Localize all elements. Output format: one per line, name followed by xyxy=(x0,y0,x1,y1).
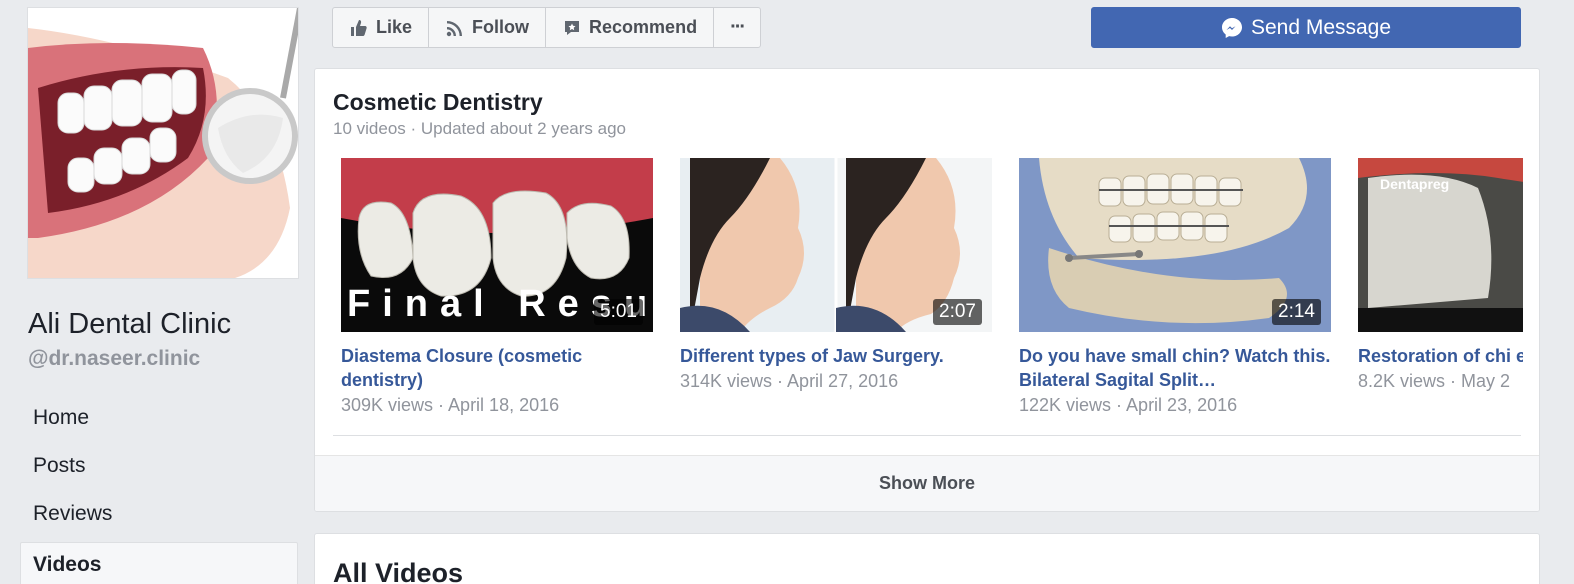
show-more-button[interactable]: Show More xyxy=(315,455,1539,511)
page-actions: Like Follow Recommend ··· xyxy=(332,7,762,48)
video-duration: 2:14 xyxy=(1272,299,1321,325)
video-title[interactable]: Do you have small chin? Watch this. Bila… xyxy=(1019,344,1331,392)
more-options-button[interactable]: ··· xyxy=(714,8,760,47)
follow-button[interactable]: Follow xyxy=(429,8,547,47)
video-meta: 314K views · April 27, 2016 xyxy=(680,371,899,391)
dental-smile-image xyxy=(28,8,298,278)
playlist-subtitle: 10 videos · Updated about 2 years ago xyxy=(333,119,626,138)
rss-icon xyxy=(446,20,463,36)
playlist-card: Cosmetic Dentistry 10 videos · Updated a… xyxy=(314,68,1540,512)
video-thumbnail[interactable]: 2:07 xyxy=(680,158,992,332)
video-title[interactable]: Different types of Jaw Surgery. xyxy=(680,344,992,368)
video-thumbnail[interactable]: 2:14 xyxy=(1019,158,1331,332)
profile-picture[interactable] xyxy=(27,7,299,279)
thumbnail-overlay-text: Dentapreg xyxy=(1380,176,1450,192)
playlist-title[interactable]: Cosmetic Dentistry xyxy=(333,89,543,116)
nav-item-videos[interactable]: Videos xyxy=(20,542,298,584)
page-handle[interactable]: @dr.naseer.clinic xyxy=(28,347,200,371)
video-thumbnail[interactable]: Final Result 5:01 xyxy=(341,158,653,332)
thumbs-up-icon xyxy=(351,19,367,36)
page-nav: Home Posts Reviews Videos xyxy=(20,398,298,584)
all-videos-title: All Videos xyxy=(333,558,464,584)
video-meta: 122K views · April 23, 2016 xyxy=(1019,395,1238,415)
video-item[interactable]: 2:07 Different types of Jaw Surgery. 314… xyxy=(680,158,992,392)
follow-label: Follow xyxy=(472,17,530,37)
video-duration: 5:01 xyxy=(594,299,643,325)
nav-item-posts[interactable]: Posts xyxy=(20,446,298,494)
all-videos-card: All Videos xyxy=(314,533,1540,584)
video-meta: 309K views · April 18, 2016 xyxy=(341,395,560,415)
like-label: Like xyxy=(376,17,413,37)
send-message-button[interactable]: Send Message xyxy=(1091,7,1521,48)
video-item[interactable]: Final Result 5:01 Diastema Closure (cosm… xyxy=(341,158,653,416)
more-dots-icon: ··· xyxy=(730,16,746,38)
nav-item-home[interactable]: Home xyxy=(20,398,298,446)
recommend-label: Recommend xyxy=(589,17,698,37)
nav-item-reviews[interactable]: Reviews xyxy=(20,494,298,542)
video-item[interactable]: 2:14 Do you have small chin? Watch this.… xyxy=(1019,158,1331,416)
video-item[interactable]: Dentapreg Restoration of chi edge. 8.2K … xyxy=(1358,158,1523,392)
page-name[interactable]: Ali Dental Clinic xyxy=(28,308,231,341)
messenger-icon xyxy=(1221,17,1242,38)
video-meta: 8.2K views · May 2 xyxy=(1358,371,1511,391)
recommend-star-icon xyxy=(565,20,580,35)
video-title[interactable]: Diastema Closure (cosmetic dentistry) xyxy=(341,344,653,392)
divider xyxy=(333,435,1521,436)
like-button[interactable]: Like xyxy=(333,8,430,47)
video-carousel: Final Result 5:01 Diastema Closure (cosm… xyxy=(341,158,1523,428)
recommend-button[interactable]: Recommend xyxy=(546,8,715,47)
send-message-label: Send Message xyxy=(1250,15,1392,39)
video-duration: 2:07 xyxy=(933,299,982,325)
video-title[interactable]: Restoration of chi edge. xyxy=(1358,344,1523,368)
video-thumbnail[interactable]: Dentapreg xyxy=(1358,158,1523,332)
